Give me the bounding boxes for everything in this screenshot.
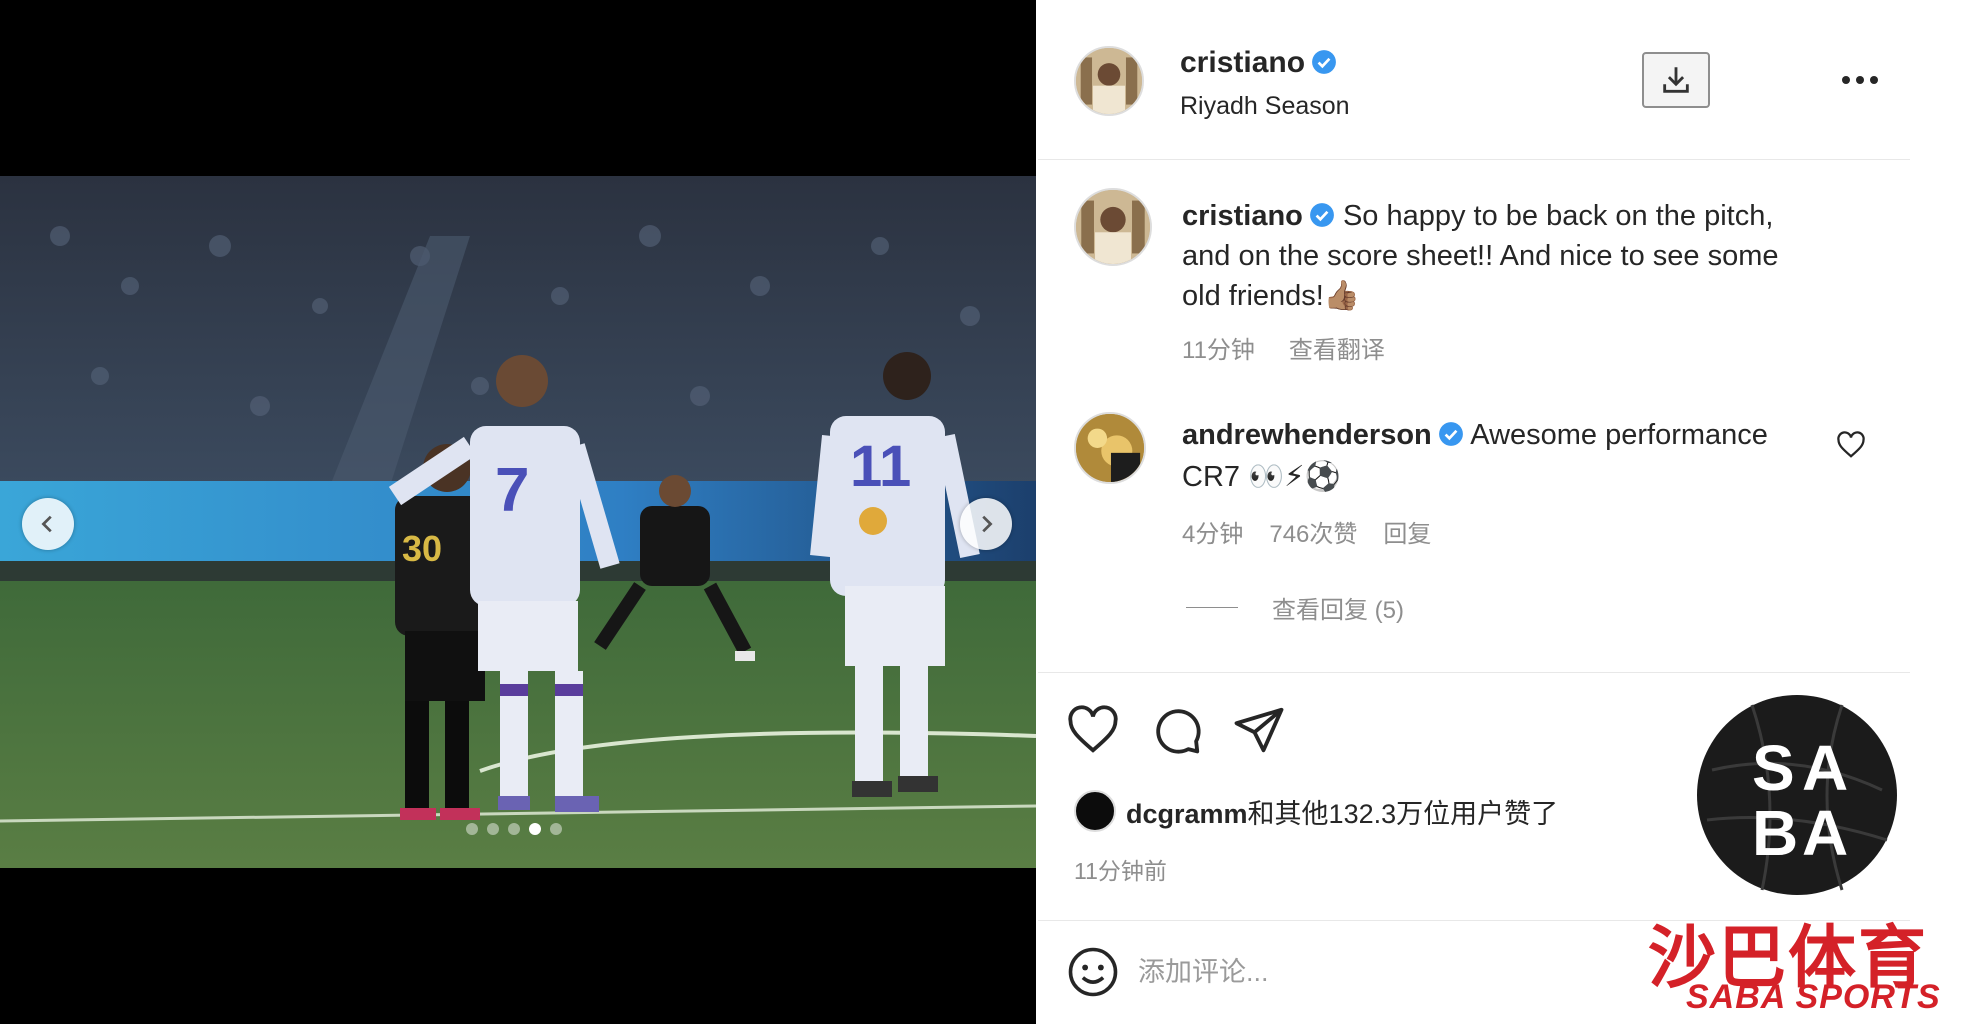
caption-meta: 11分钟 查看翻译 bbox=[1182, 330, 1419, 365]
comment-bubble-icon[interactable] bbox=[1150, 703, 1204, 757]
saba-wordmark-en: SABA SPORTS bbox=[1686, 978, 1941, 1016]
view-replies-label[interactable]: 查看回复 (5) bbox=[1272, 590, 1404, 625]
likes-count-text: 和其他132.3万位用户赞了 bbox=[1247, 798, 1559, 829]
author-username[interactable]: cristiano bbox=[1180, 46, 1337, 80]
download-icon bbox=[1663, 67, 1689, 93]
smiley-icon[interactable] bbox=[1066, 945, 1120, 999]
carousel-indicator bbox=[466, 823, 562, 835]
caption-author-avatar[interactable] bbox=[1074, 188, 1152, 266]
svg-text:A: A bbox=[1802, 797, 1848, 869]
caption-username[interactable]: cristiano bbox=[1182, 200, 1303, 232]
carousel-dot bbox=[529, 823, 541, 835]
reply-link[interactable]: 回复 bbox=[1383, 521, 1431, 548]
more-options-button[interactable] bbox=[1830, 60, 1890, 100]
svg-text:A: A bbox=[1802, 732, 1848, 804]
saba-logo: S A B A bbox=[1697, 695, 1897, 895]
chevron-left-icon bbox=[41, 515, 52, 533]
likes-summary[interactable]: dcgramm和其他132.3万位用户赞了 bbox=[1074, 790, 1558, 832]
jersey-number-center: 7 bbox=[495, 456, 529, 525]
svg-text:B: B bbox=[1752, 797, 1798, 869]
svg-text:S: S bbox=[1752, 732, 1795, 804]
jersey-number-left: 30 bbox=[402, 528, 442, 569]
comment-username[interactable]: andrewhenderson bbox=[1182, 419, 1432, 451]
post-photo: 30 7 11 bbox=[0, 176, 1036, 868]
paper-plane-icon[interactable] bbox=[1232, 703, 1286, 757]
liker-avatar[interactable] bbox=[1074, 790, 1116, 832]
post-timestamp: 11分钟前 bbox=[1074, 858, 1167, 884]
jersey-number-right: 11 bbox=[850, 434, 911, 499]
post-media: 30 7 11 bbox=[0, 0, 1036, 1024]
heart-icon[interactable] bbox=[1066, 703, 1120, 757]
verified-badge-icon bbox=[1312, 50, 1336, 74]
comment-meta: 4分钟 746次赞 回复 bbox=[1182, 514, 1457, 549]
actions-divider bbox=[1038, 672, 1910, 673]
chevron-right-icon bbox=[982, 515, 993, 533]
comment: andrewhenderson Awesome performance CR7 … bbox=[1182, 414, 1802, 498]
more-icon bbox=[1842, 76, 1878, 84]
post-location[interactable]: Riyadh Season bbox=[1180, 92, 1350, 121]
page-margin bbox=[1910, 0, 1980, 1024]
carousel-next-button[interactable] bbox=[960, 498, 1012, 550]
comment-likes[interactable]: 746次赞 bbox=[1269, 521, 1357, 548]
author-username-text[interactable]: cristiano bbox=[1180, 46, 1305, 79]
carousel-prev-button[interactable] bbox=[22, 498, 74, 550]
commenter-avatar[interactable] bbox=[1074, 412, 1146, 484]
carousel-dot bbox=[550, 823, 562, 835]
comment-heart-icon[interactable] bbox=[1836, 430, 1866, 460]
carousel-dot bbox=[508, 823, 520, 835]
carousel-dot bbox=[487, 823, 499, 835]
verified-badge-icon bbox=[1438, 422, 1463, 446]
post-caption: cristiano So happy to be back on the pit… bbox=[1182, 196, 1802, 316]
see-translation-link[interactable]: 查看翻译 bbox=[1289, 337, 1385, 364]
liker-username[interactable]: dcgramm bbox=[1126, 799, 1248, 829]
caption-time: 11分钟 bbox=[1182, 337, 1255, 364]
comment-time: 4分钟 bbox=[1182, 521, 1244, 548]
replies-divider-line bbox=[1186, 607, 1238, 608]
view-replies-link[interactable]: 查看回复 (5) bbox=[1186, 590, 1404, 625]
verified-badge-icon bbox=[1309, 203, 1334, 227]
author-avatar[interactable] bbox=[1074, 46, 1144, 116]
likes-text: dcgramm和其他132.3万位用户赞了 bbox=[1126, 792, 1558, 831]
carousel-dot bbox=[466, 823, 478, 835]
download-button[interactable] bbox=[1642, 52, 1710, 108]
post-header: cristiano Riyadh Season bbox=[1038, 0, 1910, 160]
